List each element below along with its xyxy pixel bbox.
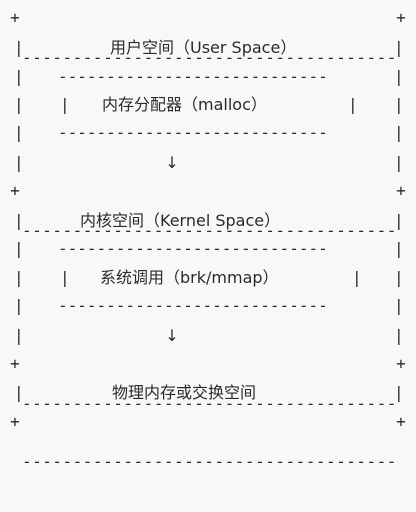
top-border: + --------------------------------------… (10, 8, 406, 67)
user-inner-separator-top: | ---------------------------- | (14, 67, 404, 86)
allocator-row: | | 内存分配器（malloc） | | (14, 95, 404, 114)
kernel-inner-separator-bottom: | ---------------------------- | (14, 296, 404, 315)
arrow-row-2: | ↓ | (14, 326, 404, 345)
user-inner-separator-bottom: | ---------------------------- | (14, 123, 404, 142)
kernel-inner-separator-top: | ---------------------------- | (14, 239, 404, 258)
down-arrow-icon: ↓ (165, 326, 179, 345)
user-space-title: 用户空间（User Space） (110, 38, 297, 57)
physical-memory-row: | 物理内存或交换空间 | (14, 383, 404, 402)
down-arrow-icon: ↓ (165, 153, 179, 172)
memory-layers-diagram: + --------------------------------------… (0, 0, 416, 471)
arrow-row-1: | ↓ | (14, 153, 404, 172)
syscall-label: 系统调用（brk/mmap） (100, 268, 279, 287)
middle-border-2: + --------------------------------------… (10, 354, 406, 413)
syscall-row: | | 系统调用（brk/mmap） | | (14, 268, 404, 287)
kernel-space-title: 内核空间（Kernel Space） (80, 211, 281, 230)
memory-allocator-label: 内存分配器（malloc） (102, 95, 267, 114)
user-space-row: | 用户空间（User Space） | (14, 38, 404, 57)
kernel-space-row: | 内核空间（Kernel Space） | (14, 211, 404, 230)
physical-memory-title: 物理内存或交换空间 (112, 383, 257, 402)
middle-border-1: + --------------------------------------… (10, 181, 406, 240)
bottom-border: + --------------------------------------… (10, 412, 406, 471)
